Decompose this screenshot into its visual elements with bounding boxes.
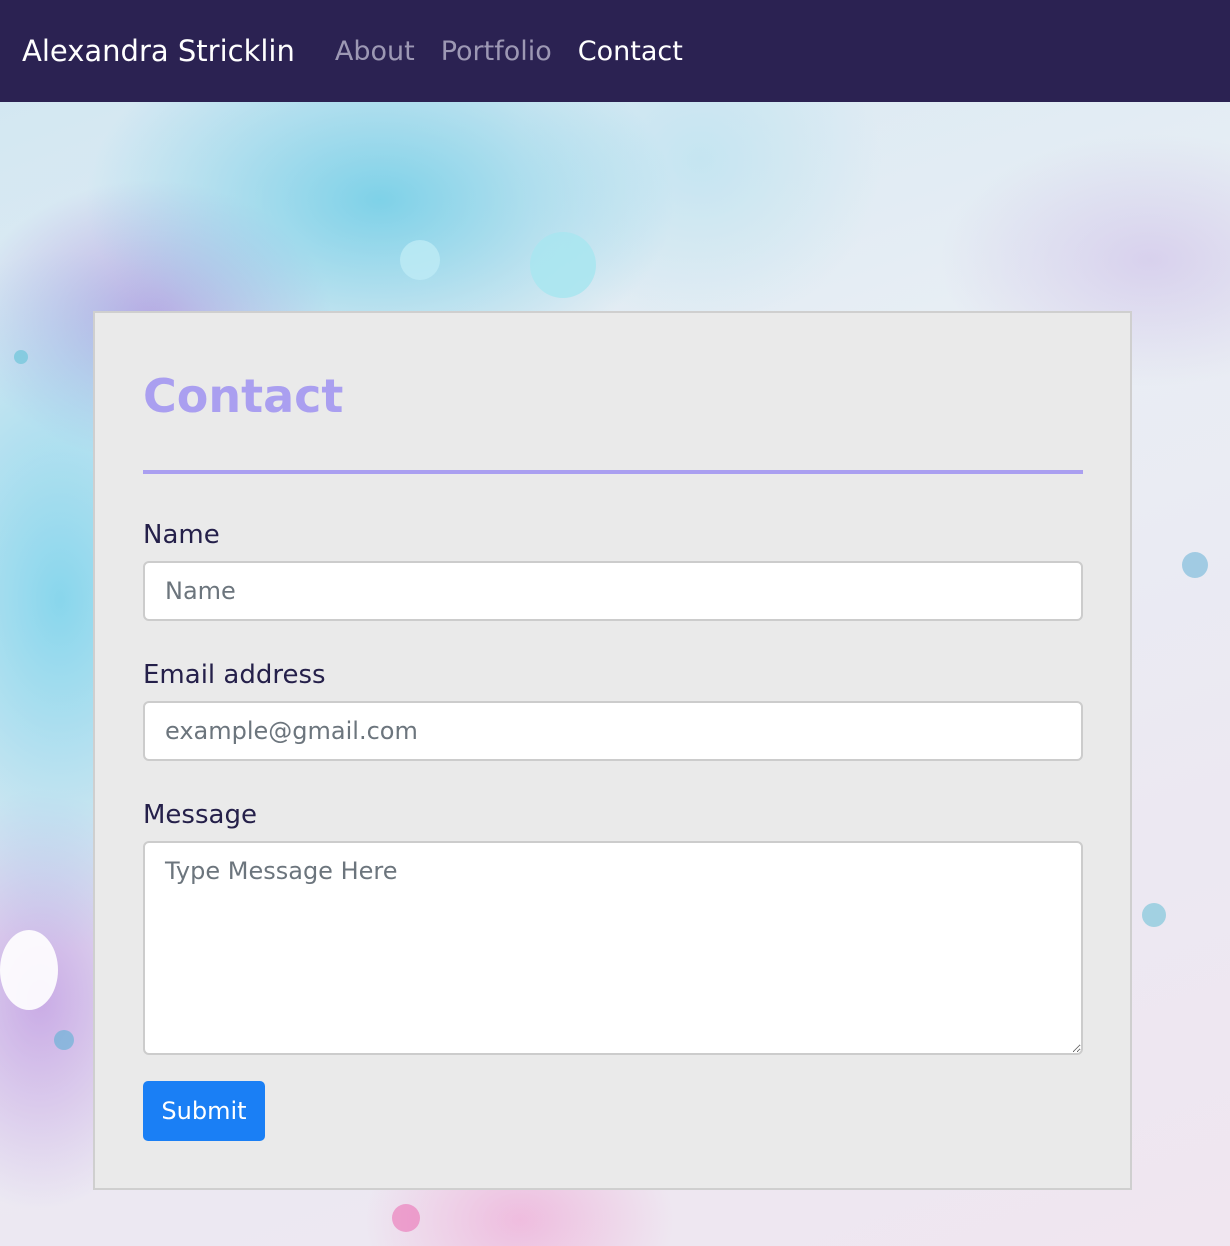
background-bubble: [1142, 903, 1166, 927]
message-textarea[interactable]: [143, 841, 1083, 1055]
background-bubble: [392, 1204, 420, 1232]
message-label: Message: [143, 800, 257, 830]
background-bubble: [0, 930, 58, 1010]
submit-button[interactable]: Submit: [143, 1081, 265, 1141]
background-bubble: [1182, 552, 1208, 578]
contact-form-card: Contact Name Email address Message Submi…: [93, 311, 1132, 1190]
site-brand[interactable]: Alexandra Stricklin: [22, 36, 295, 66]
contact-page: Alexandra Stricklin About Portfolio Cont…: [0, 0, 1230, 1246]
nav-link-portfolio[interactable]: Portfolio: [441, 38, 552, 65]
background-bubble: [14, 350, 28, 364]
email-label: Email address: [143, 660, 326, 690]
email-input[interactable]: [143, 701, 1083, 761]
name-label: Name: [143, 520, 220, 550]
title-divider: [143, 470, 1083, 474]
nav-link-about[interactable]: About: [335, 38, 415, 65]
background-bubble: [400, 240, 440, 280]
background-bubble: [530, 232, 596, 298]
background-bubble: [54, 1030, 74, 1050]
contact-title: Contact: [143, 369, 344, 423]
top-navbar: Alexandra Stricklin About Portfolio Cont…: [0, 0, 1230, 102]
name-input[interactable]: [143, 561, 1083, 621]
nav-link-contact[interactable]: Contact: [578, 38, 683, 65]
